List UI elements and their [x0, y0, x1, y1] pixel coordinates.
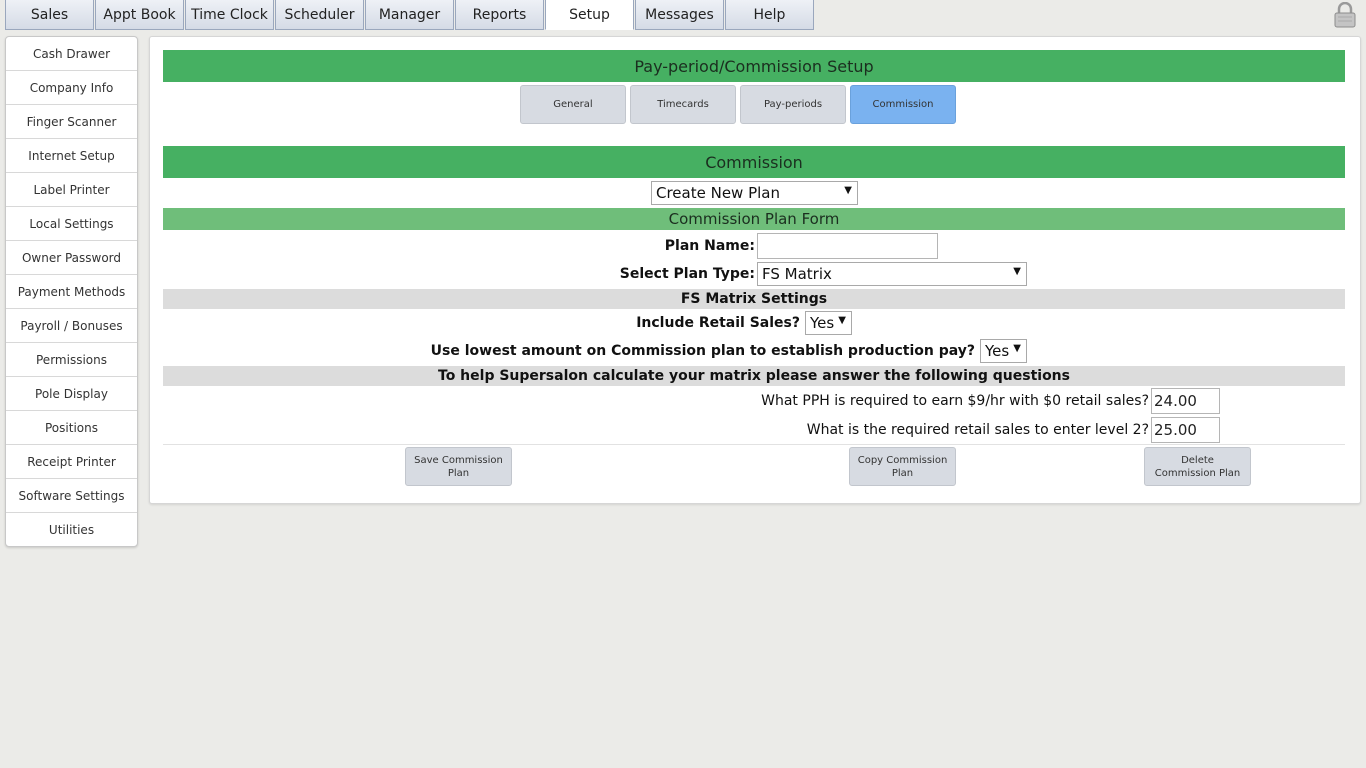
- dropdown-arrow-icon: ▼: [844, 185, 852, 196]
- commission-plan-form-header: Commission Plan Form: [163, 208, 1345, 230]
- plan-type-select[interactable]: FS Matrix ▼: [757, 262, 1027, 286]
- tab-sales[interactable]: Sales: [5, 0, 94, 30]
- include-retail-value: Yes: [810, 314, 835, 332]
- subtab-bar: General Timecards Pay-periods Commission: [520, 85, 956, 124]
- pph-label: What PPH is required to earn $9/hr with …: [761, 393, 1149, 409]
- sidebar-item-finger-scanner[interactable]: Finger Scanner: [6, 105, 137, 139]
- save-commission-plan-button[interactable]: Save Commission Plan: [405, 447, 512, 486]
- plan-select[interactable]: Create New Plan ▼: [651, 181, 858, 205]
- lowest-amount-label: Use lowest amount on Commission plan to …: [430, 343, 975, 359]
- pph-input[interactable]: 24.00: [1151, 388, 1220, 414]
- sidebar-item-internet-setup[interactable]: Internet Setup: [6, 139, 137, 173]
- commission-header: Commission: [163, 146, 1345, 178]
- page-title: Pay-period/Commission Setup: [163, 50, 1345, 82]
- retail-level-label: What is the required retail sales to ent…: [806, 422, 1149, 438]
- tab-messages[interactable]: Messages: [635, 0, 724, 30]
- dropdown-arrow-icon: ▼: [1013, 266, 1021, 277]
- tab-scheduler[interactable]: Scheduler: [275, 0, 364, 30]
- lock-icon[interactable]: [1334, 1, 1356, 28]
- subtab-general[interactable]: General: [520, 85, 626, 124]
- tab-setup[interactable]: Setup: [545, 0, 634, 30]
- tab-help[interactable]: Help: [725, 0, 814, 30]
- retail-level-input[interactable]: 25.00: [1151, 417, 1220, 443]
- lowest-amount-select[interactable]: Yes ▼: [980, 339, 1027, 363]
- sidebar-item-pole-display[interactable]: Pole Display: [6, 377, 137, 411]
- subtab-commission[interactable]: Commission: [850, 85, 956, 124]
- sidebar-item-owner-password[interactable]: Owner Password: [6, 241, 137, 275]
- subtab-pay-periods[interactable]: Pay-periods: [740, 85, 846, 124]
- sidebar-item-permissions[interactable]: Permissions: [6, 343, 137, 377]
- tab-appt-book[interactable]: Appt Book: [95, 0, 184, 30]
- dropdown-arrow-icon: ▼: [1013, 343, 1021, 354]
- sidebar-item-local-settings[interactable]: Local Settings: [6, 207, 137, 241]
- sidebar-item-payment-methods[interactable]: Payment Methods: [6, 275, 137, 309]
- plan-type-value: FS Matrix: [762, 265, 832, 283]
- sidebar-item-positions[interactable]: Positions: [6, 411, 137, 445]
- sidebar: Cash Drawer Company Info Finger Scanner …: [5, 36, 138, 547]
- tab-reports[interactable]: Reports: [455, 0, 544, 30]
- plan-type-label: Select Plan Type:: [619, 266, 755, 282]
- divider: [163, 444, 1345, 445]
- plan-name-label: Plan Name:: [664, 238, 755, 254]
- include-retail-label: Include Retail Sales?: [636, 315, 800, 331]
- include-retail-select[interactable]: Yes ▼: [805, 311, 852, 335]
- questions-header: To help Supersalon calculate your matrix…: [163, 366, 1345, 386]
- sidebar-item-software-settings[interactable]: Software Settings: [6, 479, 137, 513]
- sidebar-item-utilities[interactable]: Utilities: [6, 513, 137, 546]
- sidebar-item-company-info[interactable]: Company Info: [6, 71, 137, 105]
- delete-commission-plan-button[interactable]: Delete Commission Plan: [1144, 447, 1251, 486]
- top-nav: Sales Appt Book Time Clock Scheduler Man…: [5, 0, 815, 31]
- plan-name-input[interactable]: [757, 233, 938, 259]
- copy-commission-plan-button[interactable]: Copy Commission Plan: [849, 447, 956, 486]
- tab-time-clock[interactable]: Time Clock: [185, 0, 274, 30]
- plan-select-value: Create New Plan: [656, 184, 781, 202]
- tab-manager[interactable]: Manager: [365, 0, 454, 30]
- sidebar-item-cash-drawer[interactable]: Cash Drawer: [6, 37, 137, 71]
- sidebar-item-label-printer[interactable]: Label Printer: [6, 173, 137, 207]
- lowest-amount-value: Yes: [985, 342, 1010, 360]
- sidebar-item-payroll-bonuses[interactable]: Payroll / Bonuses: [6, 309, 137, 343]
- dropdown-arrow-icon: ▼: [838, 315, 846, 326]
- subtab-timecards[interactable]: Timecards: [630, 85, 736, 124]
- fs-matrix-settings-header: FS Matrix Settings: [163, 289, 1345, 309]
- main-panel: Pay-period/Commission Setup General Time…: [149, 36, 1361, 504]
- sidebar-item-receipt-printer[interactable]: Receipt Printer: [6, 445, 137, 479]
